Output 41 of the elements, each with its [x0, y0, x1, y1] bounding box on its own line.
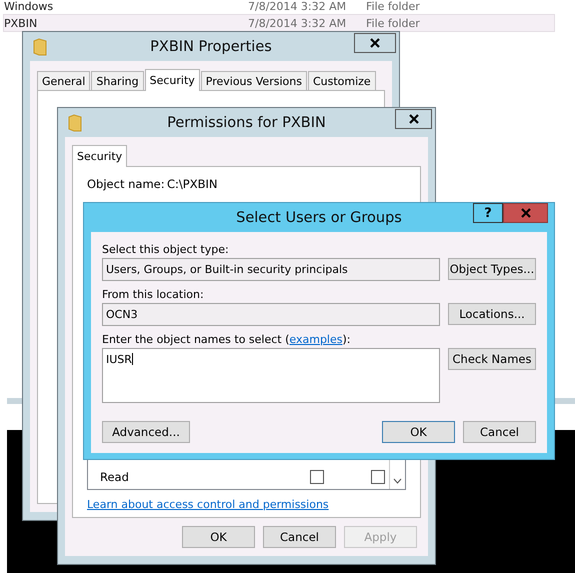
help-button[interactable]: ?: [473, 203, 503, 223]
object-name: C:\PXBIN: [167, 177, 218, 191]
locations-button[interactable]: Locations...: [448, 303, 536, 325]
close-icon: [408, 114, 418, 124]
tab[interactable]: General: [37, 71, 90, 90]
object-types-button[interactable]: Object Types...: [448, 258, 536, 280]
cancel-button[interactable]: Cancel: [463, 421, 536, 443]
file-row[interactable]: PXBIN 7/8/2014 3:32 AM File folder: [4, 15, 554, 31]
field-label: Enter the object names to select (examples):: [102, 333, 352, 346]
deny-checkbox[interactable]: [371, 470, 385, 484]
dialog-button[interactable]: OK: [182, 526, 255, 548]
close-icon: [520, 208, 530, 218]
window-title: PXBIN Properties: [150, 38, 272, 54]
tab[interactable]: Security: [144, 69, 200, 91]
examples-link[interactable]: examples: [289, 333, 342, 346]
tab[interactable]: Security: [72, 145, 128, 167]
field-label: Select this object type:: [102, 243, 230, 256]
close-button[interactable]: [395, 109, 432, 129]
tab[interactable]: Sharing: [91, 71, 144, 90]
dialog-button[interactable]: Cancel: [263, 526, 336, 548]
check-names-button[interactable]: Check Names: [448, 348, 536, 370]
window-title: Select Users or Groups: [236, 210, 402, 226]
folder-icon: [33, 38, 47, 56]
file-row[interactable]: Windows 7/8/2014 3:32 AM File folder: [4, 0, 554, 14]
permission-name: Read: [99, 470, 130, 484]
ok-button[interactable]: OK: [382, 421, 455, 443]
chevron-down-icon: [393, 478, 402, 484]
field-label: From this location:: [102, 288, 205, 301]
window-title: Permissions for PXBIN: [167, 114, 326, 130]
object-type-field[interactable]: Users, Groups, or Built-in security principals: [102, 258, 440, 281]
help-link[interactable]: Learn about access control and permissions: [87, 498, 329, 511]
close-icon: [370, 38, 380, 48]
object-names-input[interactable]: IUSR: [102, 348, 440, 403]
close-button[interactable]: [354, 33, 396, 53]
tab[interactable]: Customize: [308, 71, 376, 90]
location-field[interactable]: OCN3: [102, 303, 440, 326]
folder-icon: [68, 114, 82, 132]
advanced-button[interactable]: Advanced...: [102, 421, 190, 443]
allow-checkbox[interactable]: [310, 470, 324, 484]
object-name-label: Object name:: [87, 177, 166, 191]
tab[interactable]: Previous Versions: [200, 71, 307, 90]
